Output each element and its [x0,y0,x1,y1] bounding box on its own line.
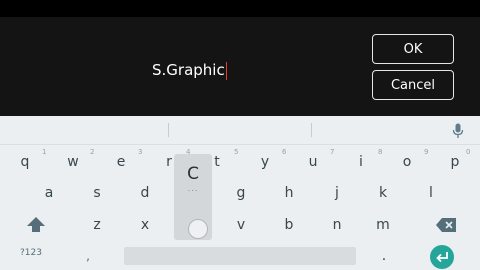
ok-button[interactable]: OK [372,34,454,64]
key-hint: 3 [138,148,143,156]
key-s[interactable]: s [81,180,113,206]
key-label: h [284,185,294,201]
key-x[interactable]: x [129,212,161,238]
space-bar[interactable] [124,247,356,265]
key-label: b [284,217,294,233]
key-label: t [214,154,220,170]
key-l[interactable]: l [415,180,447,206]
key-hint: 1 [42,148,47,156]
key-label: g [236,185,246,201]
key-i[interactable]: i [345,149,377,175]
key-n[interactable]: n [321,212,353,238]
key-u[interactable]: u [297,149,329,175]
key-label: o [402,154,412,170]
key-hint: 9 [424,148,429,156]
key-hint: 7 [330,148,335,156]
key-v[interactable]: v [225,212,257,238]
key-label: m [376,217,390,233]
microphone-icon[interactable] [452,123,464,139]
key-m[interactable]: m [367,212,399,238]
backspace-key[interactable] [430,212,462,238]
text-input[interactable]: S.Graphic [152,59,227,81]
key-label: p [450,154,460,170]
key-j[interactable]: j [321,180,353,206]
comma-key[interactable]: , [80,248,96,264]
key-label: r [166,154,172,170]
key-o[interactable]: o [391,149,423,175]
text-caret [225,61,227,80]
key-label: j [335,185,339,201]
key-label: i [359,154,363,170]
key-label: n [332,217,342,233]
key-a[interactable]: a [33,180,65,206]
key-hint: 6 [282,148,287,156]
key-label: u [308,154,318,170]
backspace-icon [436,218,456,232]
popup-key-label: C [187,164,199,184]
key-q[interactable]: q [9,149,41,175]
suggestion-divider [168,123,169,137]
key-label: d [140,185,150,201]
shift-key[interactable] [20,212,52,238]
enter-key[interactable] [430,245,454,269]
key-label: y [260,154,270,170]
key-g[interactable]: g [225,180,257,206]
key-label: e [116,154,126,170]
key-label: s [93,185,101,201]
key-h[interactable]: h [273,180,305,206]
shift-icon [27,217,45,232]
key-label: x [140,217,150,233]
period-key[interactable]: . [376,248,392,264]
key-b[interactable]: b [273,212,305,238]
suggestion-divider [311,123,312,137]
popup-more-indicator: ... [187,184,199,193]
key-k[interactable]: k [367,180,399,206]
suggestion-bar [0,116,480,145]
status-strip [0,0,480,17]
enter-icon [436,252,448,263]
key-hint: 8 [378,148,383,156]
key-e[interactable]: e [105,149,137,175]
key-z[interactable]: z [81,212,113,238]
key-label: k [378,185,388,201]
symbols-key[interactable]: ?123 [20,248,42,258]
key-hint: 0 [466,148,471,156]
cancel-button[interactable]: Cancel [372,70,454,100]
key-hint: 2 [90,148,95,156]
key-label: q [20,154,30,170]
key-y[interactable]: y [249,149,281,175]
text-input-value: S.Graphic [152,61,225,79]
key-label: a [44,185,54,201]
key-label: z [93,217,101,233]
key-hint: 5 [234,148,239,156]
key-label: l [429,185,433,201]
touch-indicator [188,219,208,239]
key-d[interactable]: d [129,180,161,206]
key-label: w [67,154,79,170]
key-label: v [236,217,246,233]
key-w[interactable]: w [57,149,89,175]
text-editor-area [0,17,480,116]
